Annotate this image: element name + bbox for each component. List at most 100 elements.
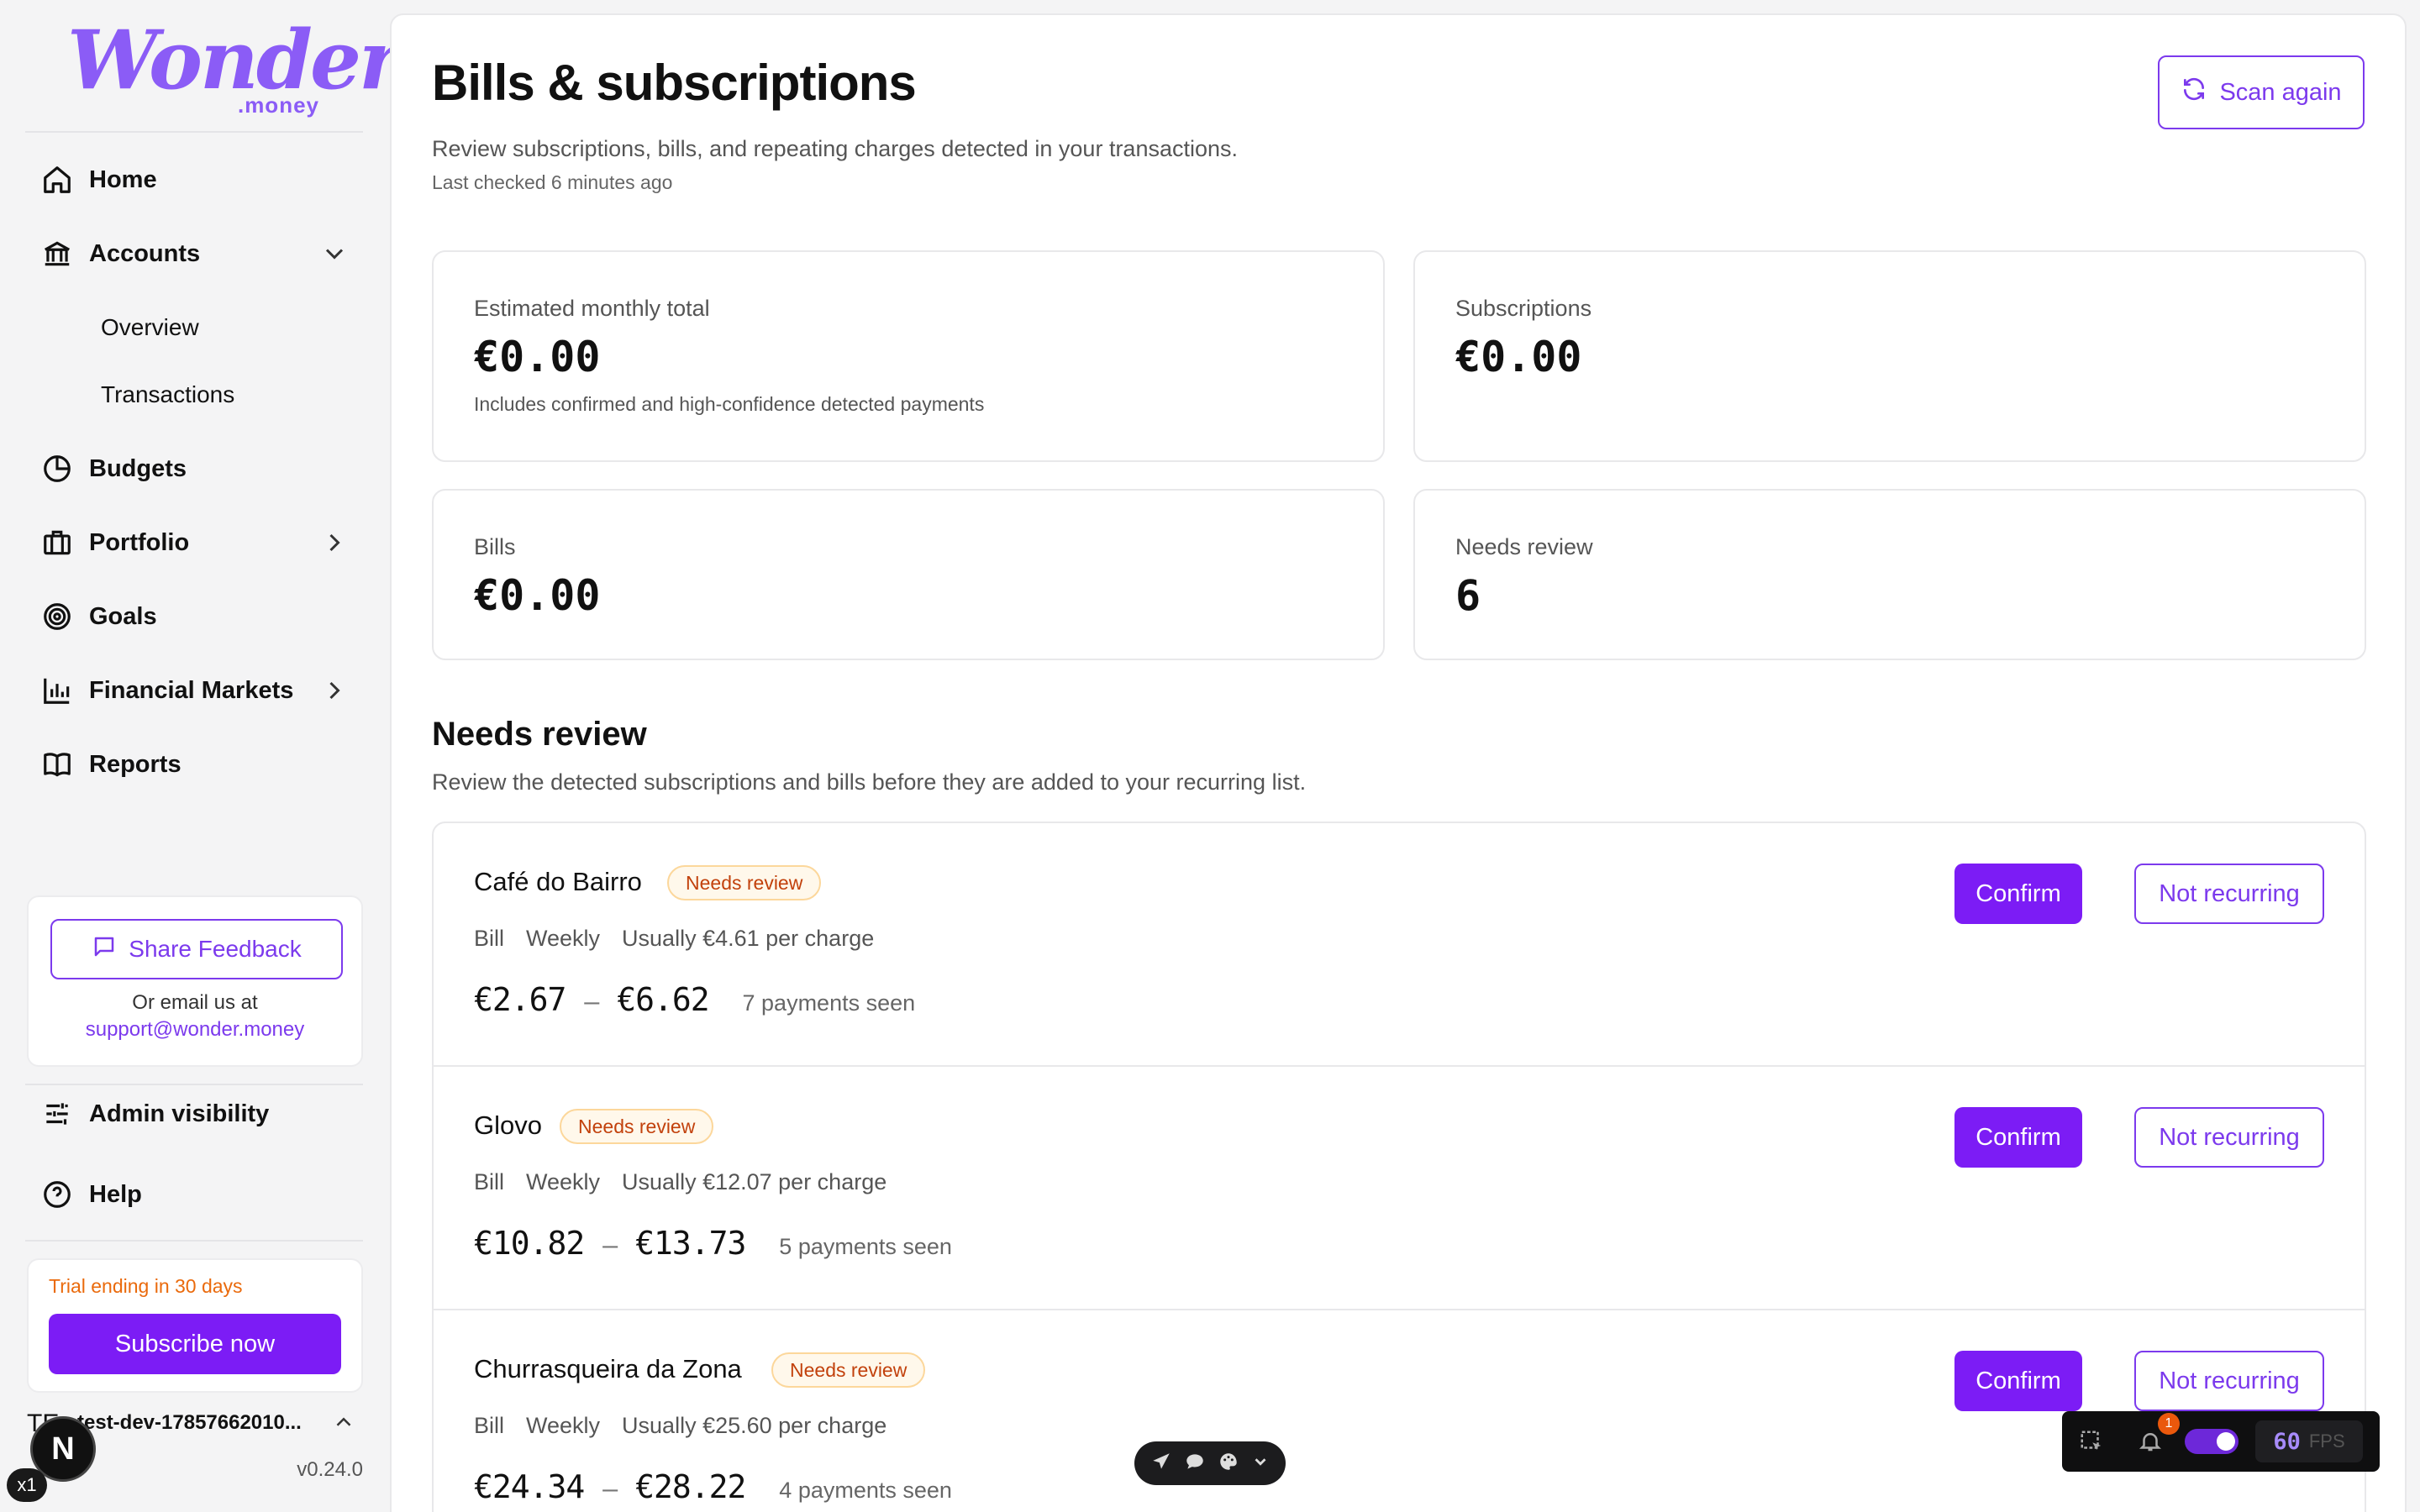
sidebar-item-overview[interactable]: Overview <box>101 314 199 341</box>
list-item: Glovo Needs review Bill Weekly Usually €… <box>434 1067 2365 1310</box>
chevron-right-icon[interactable] <box>319 675 350 706</box>
chat-icon[interactable] <box>1184 1451 1206 1477</box>
stat-label: Subscriptions <box>1455 296 1592 321</box>
chevron-right-icon[interactable] <box>319 528 350 558</box>
stat-card-bills: Bills €0.00 <box>432 489 1385 660</box>
item-meta: Bill Weekly Usually €4.61 per charge <box>474 926 874 952</box>
select-element-icon[interactable] <box>2062 1411 2121 1472</box>
bank-icon <box>40 237 74 270</box>
not-recurring-button[interactable]: Not recurring <box>2134 1351 2324 1411</box>
needs-review-title: Needs review <box>432 716 647 753</box>
confirm-button[interactable]: Confirm <box>1954 1351 2082 1411</box>
dev-toggle[interactable] <box>2185 1429 2238 1454</box>
support-email-link[interactable]: support@wonder.money <box>29 1018 361 1042</box>
logo-wordmark: Wonder <box>67 13 402 108</box>
sidebar-item-label: Help <box>89 1180 142 1208</box>
stat-label: Bills <box>474 534 516 559</box>
dev-toolbar: 1 60 FPS <box>2062 1411 2380 1472</box>
stat-value: 6 <box>1455 571 1481 620</box>
payments-seen: 7 payments seen <box>742 990 916 1016</box>
merchant-name: Glovo <box>474 1110 542 1140</box>
amount-range: €10.82 – €13.73 5 payments seen <box>474 1225 952 1262</box>
trial-text: Trial ending in 30 days <box>49 1275 243 1297</box>
fps-meter: 60 FPS <box>2255 1420 2363 1462</box>
stat-note: Includes confirmed and high-confidence d… <box>474 393 985 415</box>
stat-card-monthly: Estimated monthly total €0.00 Includes c… <box>432 250 1385 462</box>
needs-review-list: Café do Bairro Needs review Bill Weekly … <box>432 822 2366 1512</box>
amount-max: €6.62 <box>617 981 709 1018</box>
sidebar-item-label: Goals <box>89 602 157 630</box>
fps-value: 60 <box>2273 1428 2301 1455</box>
stat-value: €0.00 <box>474 571 601 620</box>
item-type: Bill <box>474 1169 505 1194</box>
needs-review-subtitle: Review the detected subscriptions and bi… <box>432 769 1307 795</box>
chevron-down-icon[interactable] <box>319 239 350 269</box>
page-title: Bills & subscriptions <box>432 55 917 111</box>
amount-range: €24.34 – €28.22 4 payments seen <box>474 1468 952 1505</box>
floating-toolbar <box>1134 1441 1286 1485</box>
feedback-or-text: Or email us at <box>132 991 258 1014</box>
item-meta: Bill Weekly Usually €25.60 per charge <box>474 1413 886 1439</box>
sidebar-item-admin-visibility[interactable]: Admin visibility <box>25 1084 363 1143</box>
stat-card-needs-review: Needs review 6 <box>1413 489 2366 660</box>
sidebar-item-label: Financial Markets <box>89 676 294 704</box>
home-icon <box>40 163 74 197</box>
sidebar-item-transactions[interactable]: Transactions <box>101 381 234 408</box>
sidebar-item-label: Budgets <box>89 454 187 482</box>
zoom-badge[interactable]: x1 <box>7 1468 47 1502</box>
share-feedback-label: Share Feedback <box>129 936 302 962</box>
confirm-button[interactable]: Confirm <box>1954 1107 2082 1168</box>
not-recurring-button[interactable]: Not recurring <box>2134 864 2324 924</box>
merchant-name: Churrasqueira da Zona <box>474 1354 742 1383</box>
stat-label: Estimated monthly total <box>474 296 710 321</box>
last-checked: Last checked 6 minutes ago <box>432 171 673 193</box>
fps-unit: FPS <box>2308 1431 2345 1452</box>
merchant-name: Café do Bairro <box>474 867 642 896</box>
stat-label: Needs review <box>1455 534 1593 559</box>
amount-separator: – <box>602 1231 618 1261</box>
sidebar-item-reports[interactable]: Reports <box>25 735 363 794</box>
sidebar-divider <box>25 1240 363 1242</box>
briefcase-icon <box>40 526 74 559</box>
sidebar-item-label: Home <box>89 165 157 193</box>
help-icon <box>40 1178 74 1211</box>
user-name: test-dev-17857662010... <box>77 1411 302 1434</box>
chevron-down-icon[interactable] <box>1251 1452 1270 1475</box>
amount-max: €13.73 <box>635 1225 746 1262</box>
item-usual: Usually €25.60 per charge <box>622 1413 887 1438</box>
sidebar-item-help[interactable]: Help <box>25 1165 363 1224</box>
item-frequency: Weekly <box>526 1169 601 1194</box>
payments-seen: 4 payments seen <box>779 1478 952 1503</box>
amount-min: €24.34 <box>474 1468 585 1505</box>
scan-again-button[interactable]: Scan again <box>2158 55 2365 129</box>
send-icon[interactable] <box>1150 1451 1172 1477</box>
sidebar-item-label: Accounts <box>89 239 201 267</box>
sidebar: Wonder .money Home Accounts Overview Tra… <box>0 0 402 1512</box>
sidebar-item-label: Portfolio <box>89 528 190 556</box>
sidebar-item-financial-markets[interactable]: Financial Markets <box>25 661 363 720</box>
sidebar-item-home[interactable]: Home <box>25 150 363 209</box>
list-item: Café do Bairro Needs review Bill Weekly … <box>434 823 2365 1067</box>
target-icon <box>40 600 74 633</box>
wonder-logo[interactable]: Wonder .money <box>67 18 402 119</box>
confirm-button[interactable]: Confirm <box>1954 864 2082 924</box>
subscribe-now-button[interactable]: Subscribe now <box>49 1314 341 1374</box>
stat-value: €0.00 <box>474 333 601 381</box>
palette-icon[interactable] <box>1218 1451 1239 1477</box>
sidebar-item-budgets[interactable]: Budgets <box>25 439 363 498</box>
sidebar-item-portfolio[interactable]: Portfolio <box>25 513 363 572</box>
feedback-card: Share Feedback Or email us at support@wo… <box>27 895 363 1067</box>
sidebar-item-accounts[interactable]: Accounts <box>25 224 363 283</box>
item-frequency: Weekly <box>526 1413 601 1438</box>
not-recurring-button[interactable]: Not recurring <box>2134 1107 2324 1168</box>
sidebar-item-goals[interactable]: Goals <box>25 587 363 646</box>
chevron-up-icon <box>331 1410 356 1441</box>
pie-chart-icon <box>40 452 74 486</box>
book-icon <box>40 748 74 781</box>
bell-icon[interactable]: 1 <box>2121 1411 2180 1472</box>
item-type: Bill <box>474 1413 505 1438</box>
logo-tld: .money <box>237 92 319 118</box>
amount-max: €28.22 <box>635 1468 746 1505</box>
share-feedback-button[interactable]: Share Feedback <box>50 919 343 979</box>
stat-value: €0.00 <box>1455 333 1582 381</box>
